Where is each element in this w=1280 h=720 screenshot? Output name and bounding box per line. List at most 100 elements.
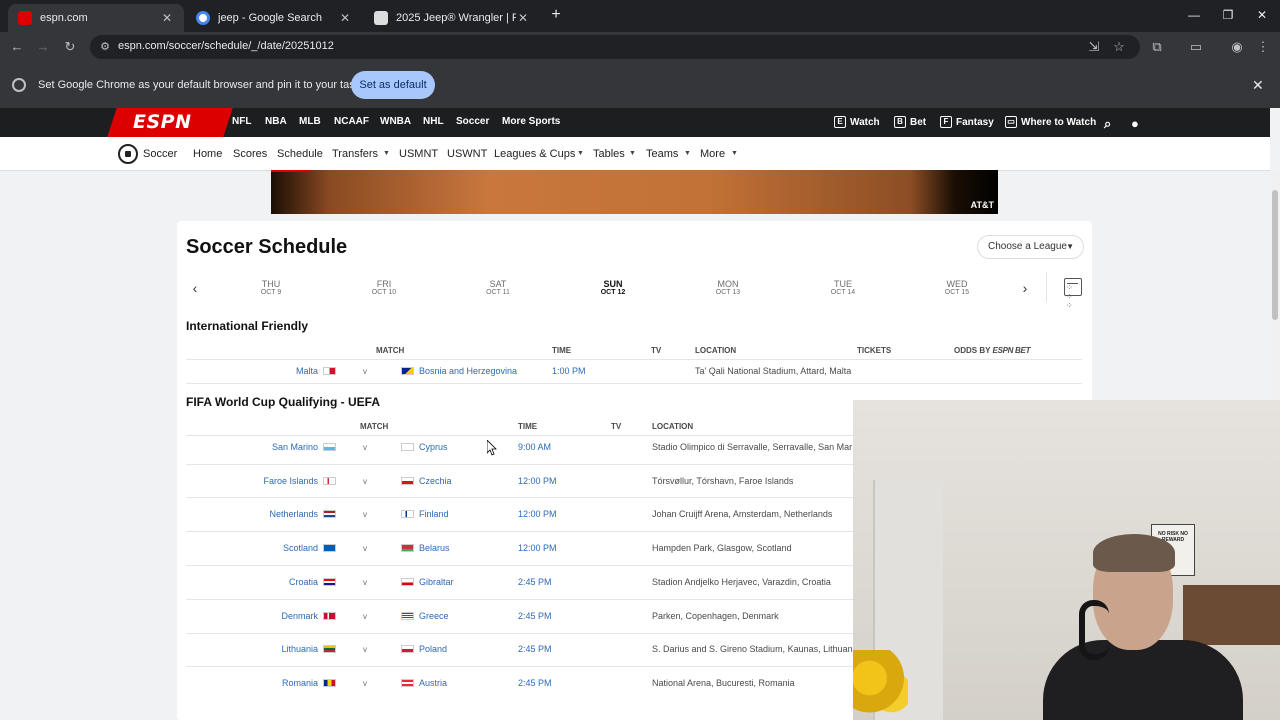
reload-icon[interactable]: ↻: [61, 38, 79, 56]
home-team-link[interactable]: Romania: [138, 678, 318, 688]
match-time-link[interactable]: 12:00 PM: [518, 543, 557, 553]
cast-icon[interactable]: ▭: [1187, 38, 1205, 56]
col-location: LOCATION: [652, 422, 694, 431]
tab-google-search[interactable]: jeep - Google Search ✕: [186, 4, 362, 32]
chevron-down-icon[interactable]: ▼: [383, 150, 390, 157]
forward-arrow-icon[interactable]: →: [34, 38, 52, 56]
close-tab-icon[interactable]: ✕: [338, 11, 352, 25]
nav-mlb[interactable]: MLB: [299, 116, 321, 127]
sport-title[interactable]: Soccer: [143, 148, 177, 160]
calendar-icon[interactable]: [1064, 278, 1082, 310]
set-as-default-button[interactable]: Set as default: [351, 71, 435, 99]
match-time-link[interactable]: 12:00 PM: [518, 509, 557, 519]
install-app-icon[interactable]: ⇲: [1085, 38, 1103, 56]
subnav-teams[interactable]: Teams: [646, 148, 678, 160]
chevron-down-icon[interactable]: ▼: [684, 150, 691, 157]
extensions-icon[interactable]: ⧉: [1148, 38, 1166, 56]
match-time-link[interactable]: 9:00 AM: [518, 442, 551, 452]
subnav-usmnt[interactable]: USMNT: [399, 148, 438, 160]
prev-dates-chevron-icon[interactable]: ‹: [188, 280, 202, 296]
user-account-icon[interactable]: ●: [1131, 116, 1139, 131]
tv-icon: ▭: [1005, 116, 1017, 128]
where-to-watch-link[interactable]: ▭ Where to Watch: [1005, 116, 1096, 128]
match-time-link[interactable]: 2:45 PM: [518, 678, 552, 688]
tab-jeep[interactable]: 2025 Jeep® Wrangler | Rugged ✕: [364, 4, 540, 32]
fantasy-link[interactable]: F Fantasy: [940, 116, 994, 128]
chevron-down-icon[interactable]: ▼: [629, 150, 636, 157]
nav-nfl[interactable]: NFL: [232, 116, 251, 127]
subnav-leagues-cups[interactable]: Leagues & Cups: [494, 148, 575, 160]
close-infobar-icon[interactable]: ✕: [1252, 77, 1264, 94]
subnav-tables[interactable]: Tables: [593, 148, 625, 160]
subnav-transfers[interactable]: Transfers: [332, 148, 378, 160]
bookmark-star-icon[interactable]: ☆: [1110, 38, 1128, 56]
match-time-link[interactable]: 12:00 PM: [518, 476, 557, 486]
close-tab-icon[interactable]: ✕: [160, 11, 174, 25]
home-team-link[interactable]: Netherlands: [138, 509, 318, 519]
subnav-schedule[interactable]: Schedule: [277, 148, 323, 160]
away-team-link[interactable]: Austria: [419, 678, 447, 688]
match-time-link[interactable]: 2:45 PM: [518, 644, 552, 654]
subnav-uswnt[interactable]: USWNT: [447, 148, 487, 160]
menu-kebab-icon[interactable]: ⋮: [1254, 38, 1272, 56]
watch-link[interactable]: E Watch: [834, 116, 880, 128]
search-icon[interactable]: ⌕: [1104, 116, 1111, 132]
match-time-link[interactable]: 2:45 PM: [518, 577, 552, 587]
subnav-home[interactable]: Home: [193, 148, 222, 160]
minimize-icon[interactable]: —: [1185, 6, 1203, 24]
match-time-link[interactable]: 1:00 PM: [552, 366, 586, 376]
site-info-icon[interactable]: ⚙: [98, 40, 112, 54]
home-team-link[interactable]: Faroe Islands: [138, 476, 318, 486]
ad-banner[interactable]: AT&T: [271, 170, 998, 214]
home-team-link[interactable]: Malta: [138, 366, 318, 376]
away-team-link[interactable]: Bosnia and Herzegovina: [419, 366, 517, 376]
away-team-link[interactable]: Czechia: [419, 476, 452, 486]
page-title: Soccer Schedule: [186, 236, 348, 258]
close-tab-icon[interactable]: ✕: [516, 11, 530, 25]
home-team-link[interactable]: Denmark: [138, 611, 318, 621]
date-fri[interactable]: FRI OCT 10: [349, 279, 419, 296]
date-mon[interactable]: MON OCT 13: [693, 279, 763, 296]
row-divider: [186, 599, 854, 600]
espn-logo[interactable]: ESPN: [133, 111, 192, 133]
nav-nhl[interactable]: NHL: [423, 116, 444, 127]
away-team-link[interactable]: Cyprus: [419, 442, 448, 452]
nav-soccer[interactable]: Soccer: [456, 116, 489, 127]
home-team-link[interactable]: Scotland: [138, 543, 318, 553]
nav-ncaaf[interactable]: NCAAF: [334, 116, 369, 127]
date-tue[interactable]: TUE OCT 14: [808, 279, 878, 296]
date-wed[interactable]: WED OCT 15: [922, 279, 992, 296]
chevron-down-icon[interactable]: ▼: [731, 150, 738, 157]
choose-league-dropdown[interactable]: Choose a League ▼: [977, 235, 1084, 259]
home-team-link[interactable]: Lithuania: [138, 644, 318, 654]
away-team-link[interactable]: Finland: [419, 509, 449, 519]
away-team-link[interactable]: Gibraltar: [419, 577, 454, 587]
profile-icon[interactable]: ◉: [1228, 38, 1246, 56]
address-bar[interactable]: ⚙ espn.com/soccer/schedule/_/date/202510…: [90, 35, 1140, 59]
tab-espn[interactable]: espn.com ✕: [8, 4, 184, 32]
away-team-link[interactable]: Poland: [419, 644, 447, 654]
home-team-link[interactable]: San Marino: [138, 442, 318, 452]
subnav-more[interactable]: More: [700, 148, 725, 160]
nav-nba[interactable]: NBA: [265, 116, 287, 127]
nav-wnba[interactable]: WNBA: [380, 116, 411, 127]
bet-link[interactable]: B Bet: [894, 116, 926, 128]
match-time-link[interactable]: 2:45 PM: [518, 611, 552, 621]
date-thu[interactable]: THU OCT 9: [236, 279, 306, 296]
home-team-link[interactable]: Croatia: [138, 577, 318, 587]
date-sat[interactable]: SAT OCT 11: [463, 279, 533, 296]
chevron-down-icon[interactable]: ▼: [577, 150, 584, 157]
nav-more-sports[interactable]: More Sports: [502, 116, 560, 127]
page-scrollbar-thumb[interactable]: [1272, 190, 1278, 320]
next-dates-chevron-icon[interactable]: ›: [1018, 280, 1032, 296]
date-sun-selected[interactable]: SUN OCT 12: [578, 279, 648, 296]
away-team-link[interactable]: Greece: [419, 611, 449, 621]
new-tab-plus-icon[interactable]: +: [547, 6, 565, 24]
back-arrow-icon[interactable]: ←: [8, 38, 26, 56]
away-team-link[interactable]: Belarus: [419, 543, 450, 553]
maximize-icon[interactable]: ❐: [1219, 6, 1237, 24]
subnav-scores[interactable]: Scores: [233, 148, 267, 160]
watch-icon: E: [834, 116, 846, 128]
row-divider: [186, 383, 1082, 384]
close-window-icon[interactable]: ✕: [1253, 6, 1271, 24]
